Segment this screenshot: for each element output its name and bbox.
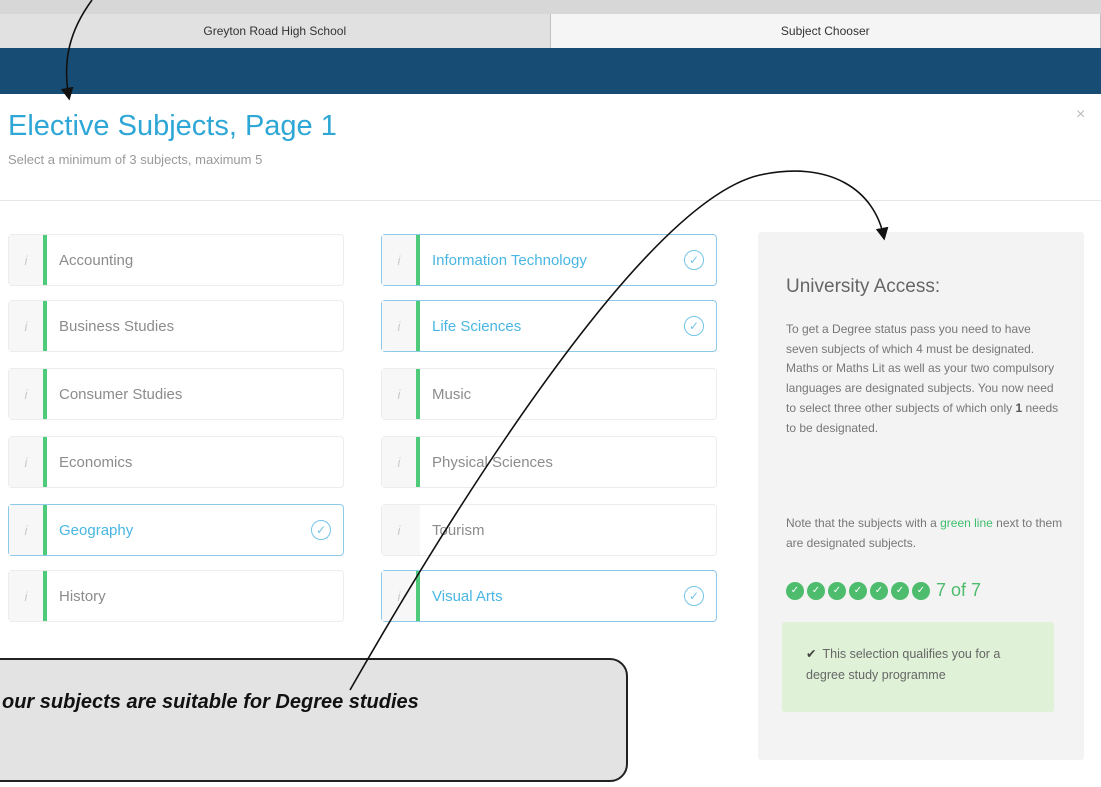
subject-label: Geography: [59, 521, 134, 539]
subject-geography[interactable]: i Geography ✓: [8, 504, 344, 556]
university-access-panel: University Access: To get a Degree statu…: [758, 232, 1084, 760]
callout-box: our subjects are suitable for Degree stu…: [0, 658, 628, 782]
subject-label: Consumer Studies: [59, 385, 183, 403]
note-green-text: green line: [940, 516, 993, 530]
subject-history[interactable]: i History: [8, 570, 344, 622]
subject-label: Accounting: [59, 251, 134, 269]
subject-label: Information Technology: [432, 251, 587, 269]
subject-label: Life Sciences: [432, 317, 522, 335]
info-icon[interactable]: i: [382, 301, 420, 351]
top-strip: [0, 0, 1101, 15]
panel-description: To get a Degree status pass you need to …: [786, 320, 1061, 438]
progress-count: 7 of 7: [936, 580, 982, 600]
subject-visual-arts[interactable]: i Visual Arts ✓: [381, 570, 717, 622]
divider: [0, 200, 1101, 201]
progress-check-icon: ✓: [828, 581, 846, 600]
subject-label: Tourism: [432, 521, 485, 539]
subject-information-technology[interactable]: i Information Technology ✓: [381, 234, 717, 286]
info-icon[interactable]: i: [382, 437, 420, 487]
selected-check-icon: ✓: [684, 250, 704, 270]
info-icon[interactable]: i: [382, 571, 420, 621]
selected-check-icon: ✓: [684, 316, 704, 336]
subject-accounting[interactable]: i Accounting: [8, 234, 344, 286]
progress-check-icon: ✓: [849, 581, 867, 600]
header-banner: [0, 48, 1101, 94]
info-icon[interactable]: i: [9, 235, 47, 285]
qualify-message: ✔ This selection qualifies you for a degr…: [806, 644, 1038, 686]
subject-business-studies[interactable]: i Business Studies: [8, 300, 344, 352]
progress-check-icon: ✓: [912, 581, 930, 600]
subject-label: Physical Sciences: [432, 453, 553, 471]
selected-check-icon: ✓: [684, 586, 704, 606]
progress-check-icon: ✓: [786, 581, 804, 600]
progress-check-icon: ✓: [870, 581, 888, 600]
browser-tab-bar: Greyton Road High School Subject Chooser: [0, 14, 1101, 49]
subject-music[interactable]: i Music: [381, 368, 717, 420]
subject-life-sciences[interactable]: i Life Sciences ✓: [381, 300, 717, 352]
qualify-text: This selection qualifies you for a degre…: [806, 647, 1001, 682]
progress-check-icon: ✓: [807, 581, 825, 600]
close-icon[interactable]: ×: [1076, 106, 1085, 124]
callout-text: our subjects are suitable for Degree stu…: [2, 691, 419, 713]
subject-label: Music: [432, 385, 472, 403]
info-icon[interactable]: i: [9, 301, 47, 351]
info-icon[interactable]: i: [382, 369, 420, 419]
selected-check-icon: ✓: [311, 520, 331, 540]
panel-text-part: To get a Degree status pass you need to …: [786, 322, 1055, 415]
progress-check-icon: ✓: [891, 581, 909, 600]
subject-label: History: [59, 587, 106, 605]
checkmark-icon: ✔: [806, 647, 817, 661]
subject-consumer-studies[interactable]: i Consumer Studies: [8, 368, 344, 420]
subject-label: Economics: [59, 453, 133, 471]
subject-economics[interactable]: i Economics: [8, 436, 344, 488]
tab-greyton-road-high-school[interactable]: Greyton Road High School: [0, 14, 551, 48]
info-icon[interactable]: i: [9, 505, 47, 555]
subject-label: Business Studies: [59, 317, 175, 335]
progress-indicator: ✓ ✓ ✓ ✓ ✓ ✓ ✓ 7 of 7: [786, 580, 981, 601]
modal-subtitle: Select a minimum of 3 subjects, maximum …: [8, 152, 263, 167]
info-icon[interactable]: i: [9, 571, 47, 621]
info-icon[interactable]: i: [9, 437, 47, 487]
info-icon[interactable]: i: [382, 505, 420, 555]
info-icon[interactable]: i: [9, 369, 47, 419]
modal-title: Elective Subjects, Page 1: [8, 110, 337, 142]
qualification-alert: ✔ This selection qualifies you for a degr…: [782, 622, 1054, 712]
designated-note: Note that the subjects with a green line…: [786, 514, 1066, 553]
subject-tourism[interactable]: i Tourism: [381, 504, 717, 556]
tab-subject-chooser[interactable]: Subject Chooser: [550, 14, 1101, 48]
subject-label: Visual Arts: [432, 587, 503, 605]
subject-physical-sciences[interactable]: i Physical Sciences: [381, 436, 717, 488]
panel-title: University Access:: [786, 276, 941, 297]
info-icon[interactable]: i: [382, 235, 420, 285]
tab-label: Subject Chooser: [780, 24, 870, 38]
tab-label: Greyton Road High School: [203, 24, 347, 38]
note-text: Note that the subjects with a: [786, 516, 941, 530]
